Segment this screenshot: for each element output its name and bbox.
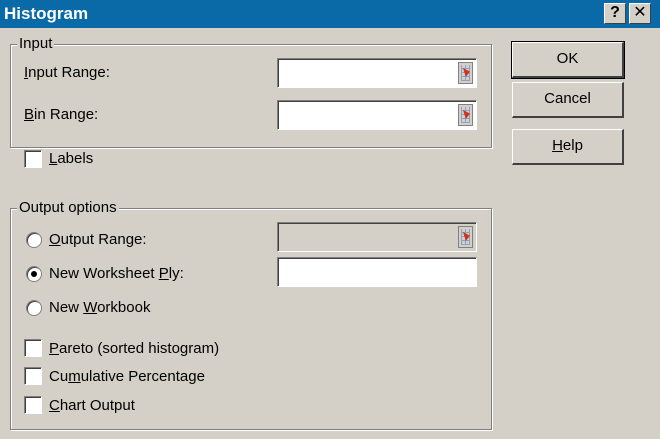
output-options-title: Output options xyxy=(17,199,119,216)
close-icon[interactable]: ✕ xyxy=(629,3,651,24)
output-range-radio[interactable] xyxy=(26,232,42,248)
range-selector-icon[interactable] xyxy=(458,62,473,84)
output-range-label: Output Range: xyxy=(49,231,147,248)
input-range-field[interactable] xyxy=(277,58,477,88)
new-workbook-radio[interactable] xyxy=(26,300,42,316)
cumulative-percentage-checkbox[interactable] xyxy=(24,367,42,385)
bin-range-label: Bin Range: xyxy=(24,106,99,123)
new-workbook-label: New Workbook xyxy=(49,299,151,316)
new-worksheet-ply-field[interactable] xyxy=(277,257,477,287)
output-range-field[interactable] xyxy=(277,222,477,252)
pareto-label: Pareto (sorted histogram) xyxy=(49,340,220,357)
histogram-dialog: Histogram ? ✕ Input Input Range: Bin Ran… xyxy=(0,0,660,439)
labels-checkbox-label: Labels xyxy=(49,150,94,167)
new-worksheet-ply-radio[interactable] xyxy=(26,266,42,282)
input-group-title: Input xyxy=(17,35,55,52)
radio-dot-icon xyxy=(31,271,37,277)
help-button[interactable]: Help xyxy=(512,129,624,165)
ok-button[interactable]: OK xyxy=(511,41,625,79)
range-selector-icon[interactable] xyxy=(458,104,473,126)
chart-output-checkbox[interactable] xyxy=(24,396,42,414)
bin-range-field[interactable] xyxy=(277,100,477,130)
labels-checkbox[interactable] xyxy=(24,150,42,168)
chart-output-label: Chart Output xyxy=(49,397,135,414)
help-icon[interactable]: ? xyxy=(604,3,626,24)
input-range-label: Input Range: xyxy=(24,64,110,81)
window-title: Histogram xyxy=(4,4,89,23)
cumulative-percentage-label: Cumulative Percentage xyxy=(49,368,205,385)
cancel-button[interactable]: Cancel xyxy=(512,82,624,118)
title-bar[interactable]: Histogram ? ✕ xyxy=(0,0,660,28)
pareto-checkbox[interactable] xyxy=(24,339,42,357)
range-selector-icon[interactable] xyxy=(458,226,473,248)
new-worksheet-ply-label: New Worksheet Ply: xyxy=(49,265,184,282)
